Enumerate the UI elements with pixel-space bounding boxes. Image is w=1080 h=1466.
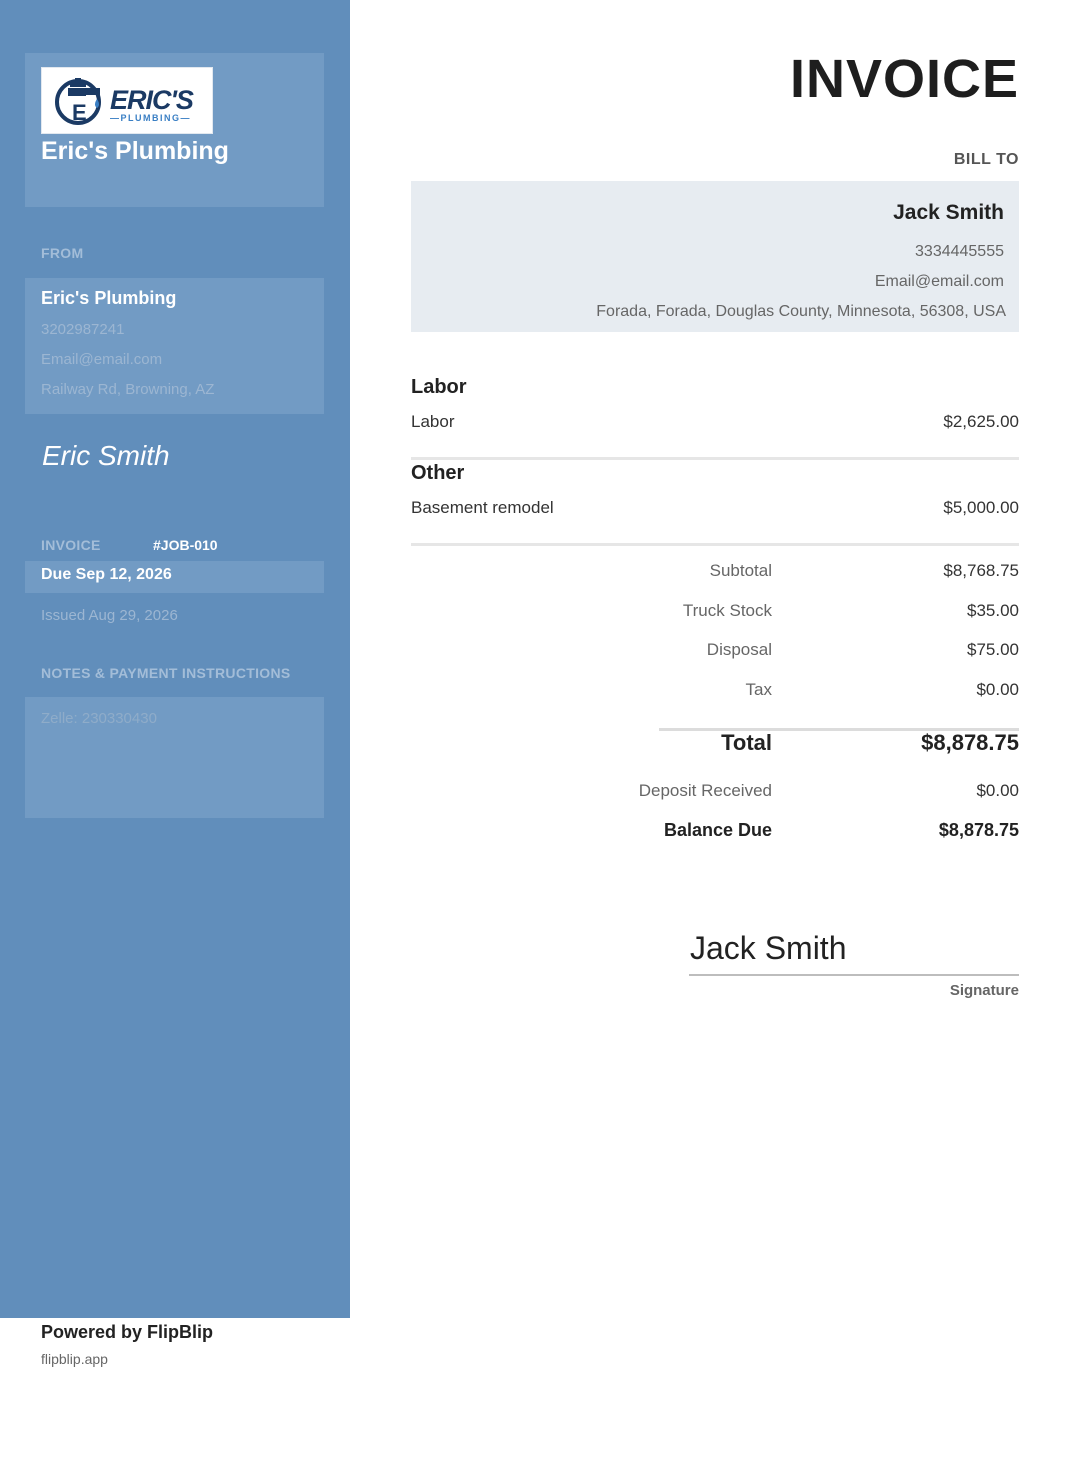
from-email: Email@email.com <box>41 351 163 368</box>
section-title: Other <box>411 462 465 484</box>
due-date: Due Sep 12, 2026 <box>41 566 172 583</box>
powered-by-url[interactable]: flipblip.app <box>41 1351 108 1367</box>
invoice-label: INVOICE <box>41 537 101 553</box>
deposit-value: $0.00 <box>976 781 1019 800</box>
notes-text: Zelle: 230330430 <box>41 710 157 727</box>
signature-line <box>689 974 1019 976</box>
issued-date: Issued Aug 29, 2026 <box>41 607 178 624</box>
invoice-number: #JOB-010 <box>153 537 218 553</box>
from-phone: 3202987241 <box>41 321 125 338</box>
disposal-label: Disposal <box>706 640 772 659</box>
notes-label: NOTES & PAYMENT INSTRUCTIONS <box>41 665 291 681</box>
divider <box>411 543 1019 546</box>
total-value: $8,878.75 <box>921 730 1019 755</box>
balance-due-value: $8,878.75 <box>938 820 1019 840</box>
disposal-value: $75.00 <box>967 640 1019 659</box>
from-label: FROM <box>41 245 84 261</box>
bill-to-name: Jack Smith <box>893 201 1004 224</box>
page-title: INVOICE <box>789 49 1019 109</box>
svg-text:—PLUMBING—: —PLUMBING— <box>110 113 191 123</box>
subtotal-value: $8,768.75 <box>943 561 1019 580</box>
tax-value: $0.00 <box>976 680 1019 699</box>
line-item-desc: Basement remodel <box>411 498 554 517</box>
divider <box>411 457 1019 460</box>
bill-to-address: Forada, Forada, Douglas County, Minnesot… <box>596 303 1006 320</box>
powered-by: Powered by FlipBlip <box>41 1322 214 1342</box>
line-item-amount: $5,000.00 <box>943 498 1019 517</box>
line-item-amount: $2,625.00 <box>943 412 1019 431</box>
company-name: Eric's Plumbing <box>41 137 229 165</box>
line-item-desc: Labor <box>411 412 455 431</box>
signature-label: Signature <box>949 982 1019 999</box>
svg-text:E: E <box>72 100 87 125</box>
subtotal-label: Subtotal <box>709 561 772 580</box>
faucet-icon: E ERIC'S —PLUMBING— <box>55 78 195 125</box>
client-signature: Jack Smith <box>690 930 847 966</box>
from-address: Railway Rd, Browning, AZ <box>41 381 215 398</box>
sender-signature: Eric Smith <box>42 440 170 471</box>
truck-stock-label: Truck Stock <box>682 601 772 620</box>
from-name: Eric's Plumbing <box>41 288 177 308</box>
total-label: Total <box>721 730 772 755</box>
deposit-label: Deposit Received <box>638 781 772 800</box>
svg-text:ERIC'S: ERIC'S <box>110 85 194 115</box>
truck-stock-value: $35.00 <box>967 601 1019 620</box>
bill-to-email: Email@email.com <box>874 273 1004 290</box>
bill-to-label: BILL TO <box>953 151 1019 168</box>
balance-due-label: Balance Due <box>663 820 772 840</box>
tax-label: Tax <box>745 680 772 699</box>
section-title: Labor <box>411 376 467 398</box>
company-logo: E ERIC'S —PLUMBING— <box>41 67 213 134</box>
bill-to-phone: 3334445555 <box>915 243 1004 260</box>
